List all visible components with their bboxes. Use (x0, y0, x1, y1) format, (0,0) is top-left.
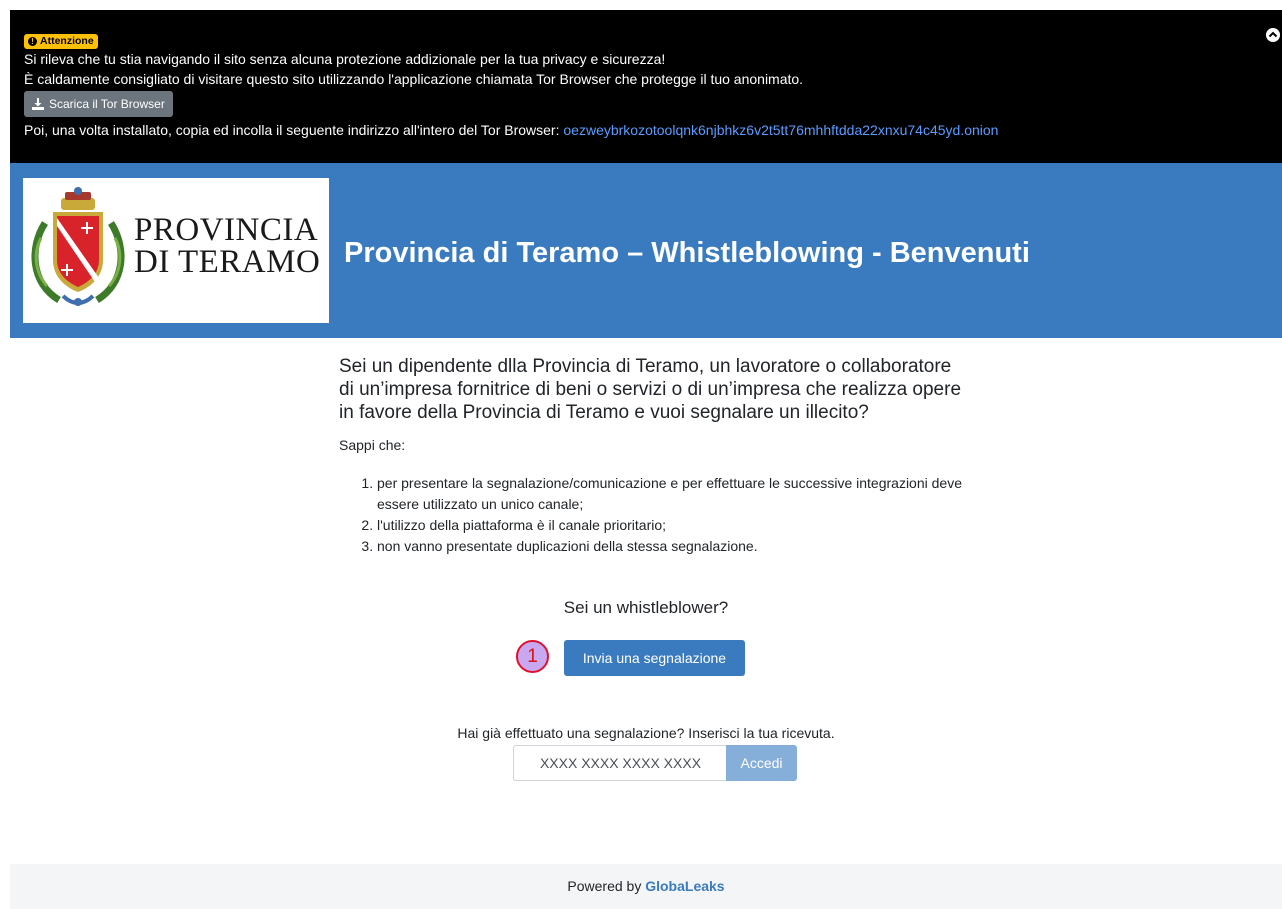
receipt-prompt: Hai già effettuato una segnalazione? Ins… (457, 725, 835, 741)
page-title: Provincia di Teramo – Whistleblowing - B… (344, 237, 1030, 269)
list-item: non vanno presentate duplicazioni della … (377, 536, 967, 557)
download-icon (32, 98, 44, 110)
submit-report-button[interactable]: Invia una segnalazione (564, 640, 745, 676)
exclamation-icon: ! (28, 37, 37, 46)
logo-text-line1: PROVINCIA (134, 212, 319, 248)
logo-text-line2: DI TERAMO (134, 244, 321, 280)
province-logo[interactable]: PROVINCIA DI TERAMO (23, 178, 329, 323)
download-tor-button[interactable]: Scarica il Tor Browser (24, 91, 173, 117)
powered-by-text: Powered by (567, 878, 642, 894)
intro-section: Sei un dipendente dlla Provincia di Tera… (339, 355, 967, 557)
lead-question: Sei un dipendente dlla Provincia di Tera… (339, 356, 962, 423)
tor-warning-line1: Si rileva che tu stia navigando il sito … (24, 51, 666, 67)
globaleaks-link[interactable]: GlobaLeaks (645, 878, 724, 894)
whistleblower-question: Sei un whistleblower? (563, 598, 729, 617)
access-button[interactable]: Accedi (726, 745, 797, 781)
tor-instructions: Poi, una volta installato, copia ed inco… (24, 122, 560, 138)
tor-warning-line3: Poi, una volta installato, copia ed inco… (24, 120, 1262, 140)
chevron-up-icon (1268, 31, 1278, 38)
collapse-banner-toggle[interactable] (1266, 28, 1280, 42)
rules-intro: Sappi che: (339, 437, 406, 453)
coat-of-arms-icon (31, 187, 125, 306)
logo-text: PROVINCIA DI TERAMO (134, 212, 321, 280)
receipt-input[interactable] (513, 745, 727, 781)
rules-list: per presentare la segnalazione/comunicaz… (339, 473, 967, 557)
tor-warning-banner: ! Attenzione Si rileva che tu stia navig… (10, 10, 1282, 163)
footer: Powered by GlobaLeaks (10, 864, 1282, 909)
site-header: PROVINCIA DI TERAMO Provincia di Teramo … (10, 163, 1282, 338)
list-item: l'utilizzo della piattaforma è il canale… (377, 515, 967, 536)
attention-badge: ! Attenzione (24, 34, 98, 49)
step-marker: 1 (516, 640, 549, 673)
onion-address-link[interactable]: oezweybrkozotoolqnk6njbhkz6v2t5tt76mhhft… (563, 122, 998, 138)
attention-badge-label: Attenzione (40, 35, 94, 47)
page: ! Attenzione Si rileva che tu stia navig… (10, 10, 1282, 909)
list-item: per presentare la segnalazione/comunicaz… (377, 473, 967, 515)
tor-warning-line2: È caldamente consigliato di visitare que… (24, 71, 804, 87)
download-tor-button-label: Scarica il Tor Browser (49, 97, 165, 111)
